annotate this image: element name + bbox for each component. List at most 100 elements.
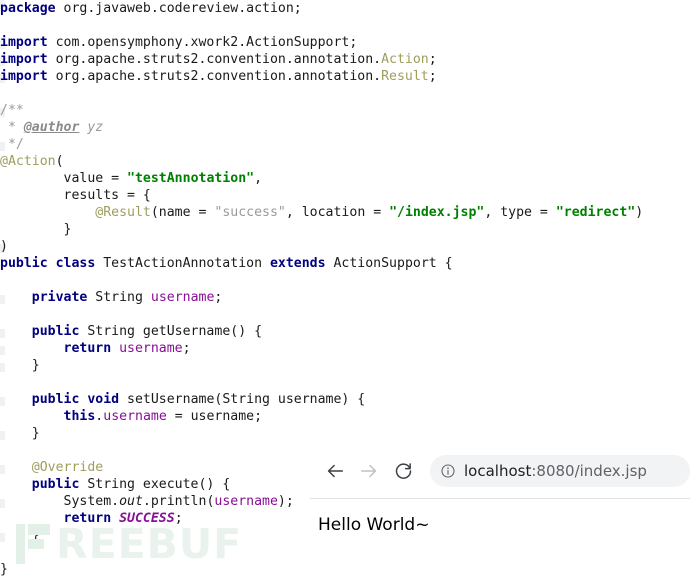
code-token: = username; [166, 409, 263, 424]
code-token: com.opensymphony.xwork2.ActionSupport; [55, 35, 358, 50]
code-line: public String getUsername() { [0, 323, 690, 340]
code-token: ; [428, 69, 437, 84]
code-token: setUsername(String username) { [127, 392, 366, 407]
code-token: ; [182, 341, 191, 356]
code-token: public [31, 324, 88, 339]
code-line: results = { [0, 187, 690, 204]
code-token: } [0, 222, 72, 237]
code-token: * [0, 120, 24, 135]
code-token: @Result [95, 205, 151, 220]
code-line: package org.javaweb.codereview.action; [0, 0, 690, 17]
code-token: TestActionAnnotation [103, 256, 270, 271]
code-line: import org.apache.struts2.convention.ann… [0, 51, 690, 68]
code-token: public class [0, 256, 104, 271]
code-token: public void [31, 392, 128, 407]
code-line: } [0, 357, 690, 374]
code-line: this.username = username; [0, 408, 690, 425]
code-token: ActionSupport { [333, 256, 453, 271]
code-token: Result [381, 69, 429, 84]
code-line: public class TestActionAnnotation extend… [0, 255, 690, 272]
code-line: private String username; [0, 289, 690, 306]
code-token: SUCCESS [119, 511, 175, 526]
code-token: , [254, 171, 263, 186]
code-token: @author [23, 120, 80, 135]
code-token: private [31, 290, 96, 305]
site-info-icon[interactable] [440, 463, 456, 479]
code-token: ; [428, 52, 437, 67]
code-line: import org.apache.struts2.convention.ann… [0, 68, 690, 85]
code-token: username [119, 341, 183, 356]
reload-icon [395, 463, 411, 479]
code-token: import [0, 52, 56, 67]
code-token: ; [214, 290, 223, 305]
code-token: org.apache.struts2.convention.annotation… [55, 69, 382, 84]
code-token: yz [79, 120, 104, 135]
browser-page-content: Hello World~ [310, 499, 690, 577]
browser-window[interactable]: localhost:8080/index.jsp Hello World~ [310, 443, 690, 577]
code-line: value = "testAnnotation", [0, 170, 690, 187]
code-token: } [0, 358, 40, 373]
code-token: Action [381, 52, 429, 67]
code-token: username [150, 290, 215, 305]
code-token: ); [277, 494, 294, 509]
code-token: extends [269, 256, 334, 271]
back-button[interactable] [320, 456, 350, 486]
code-token: String [95, 290, 151, 305]
code-line: */ [0, 136, 690, 153]
code-token: package [0, 1, 64, 16]
code-token: } [0, 528, 40, 543]
code-token: import [0, 69, 56, 84]
forward-button[interactable] [354, 456, 384, 486]
code-line: ) [0, 238, 690, 255]
url-path: :8080/index.jsp [531, 461, 647, 480]
code-token: } [0, 426, 40, 441]
code-token: import [0, 35, 56, 50]
code-token: "redirect" [555, 205, 636, 220]
code-token: "success" [214, 205, 286, 220]
code-token: ( [55, 154, 64, 169]
code-token: , type = [484, 205, 556, 220]
code-token: ) [635, 205, 644, 220]
code-token: return [63, 341, 120, 356]
code-token: */ [0, 137, 24, 152]
page-body-text: Hello World~ [318, 515, 430, 535]
reload-button[interactable] [388, 456, 418, 486]
code-line: @Result(name = "success", location = "/i… [0, 204, 690, 221]
code-token: System. [0, 494, 120, 509]
code-line: @Action( [0, 153, 690, 170]
code-line: public void setUsername(String username)… [0, 391, 690, 408]
code-token: value = [0, 171, 128, 186]
code-line: /** [0, 102, 690, 119]
code-token: String execute() { [87, 477, 231, 492]
code-token: public [31, 477, 88, 492]
url-host: localhost [464, 461, 532, 480]
code-line: * @author yz [0, 119, 690, 136]
code-token: @Override [31, 460, 104, 475]
code-token: org.apache.struts2.convention.annotation… [55, 52, 382, 67]
code-token: "/index.jsp" [389, 205, 485, 220]
code-line: } [0, 221, 690, 238]
code-token: this [63, 409, 96, 424]
code-token: out [119, 494, 143, 509]
code-token: "testAnnotation" [127, 171, 255, 186]
code-token: results = { [0, 188, 151, 203]
code-token: username [103, 409, 167, 424]
code-token: username [214, 494, 278, 509]
code-token: @Action [0, 154, 56, 169]
address-bar[interactable]: localhost:8080/index.jsp [430, 454, 690, 487]
code-line: import com.opensymphony.xwork2.ActionSup… [0, 34, 690, 51]
code-token: return [63, 511, 120, 526]
code-token: .println( [142, 494, 215, 509]
url-text: localhost:8080/index.jsp [464, 462, 647, 480]
